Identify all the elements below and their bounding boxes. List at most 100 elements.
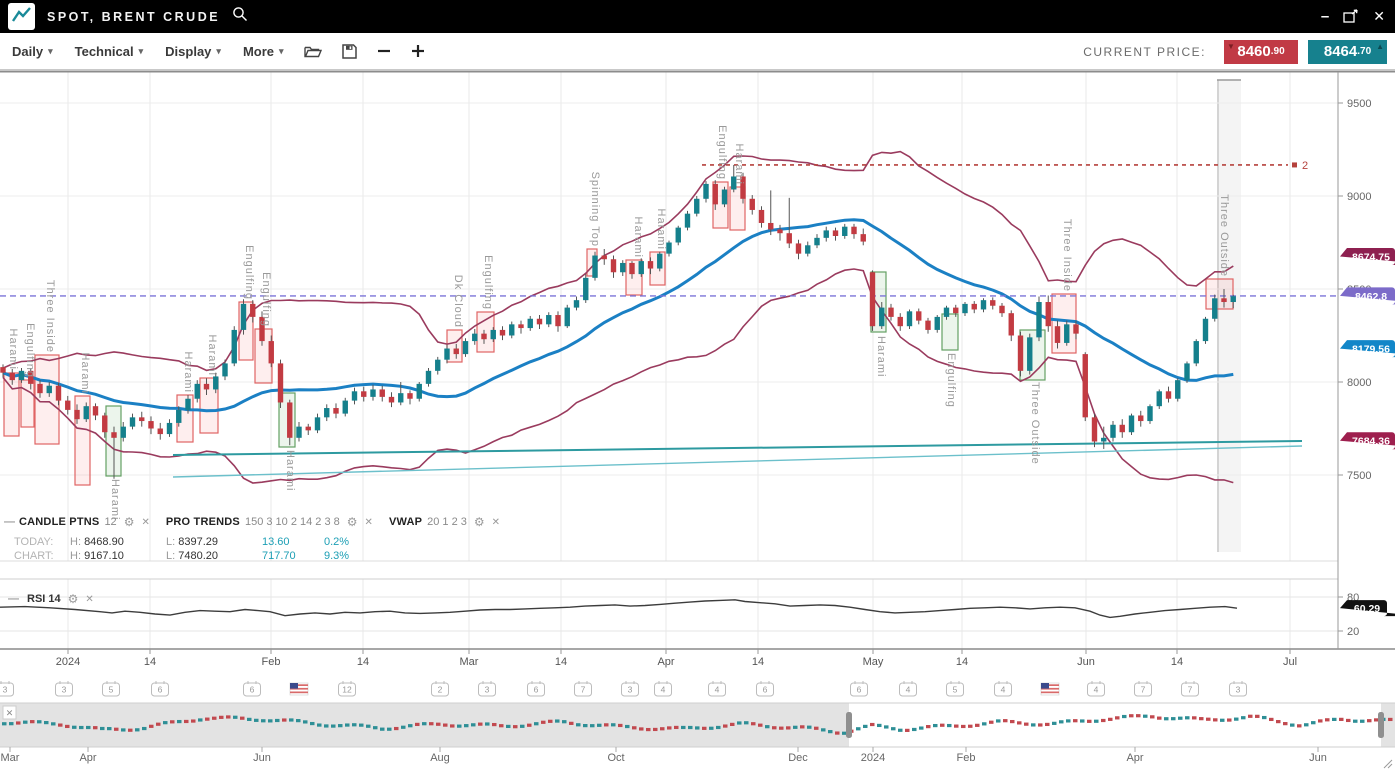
save-icon[interactable] xyxy=(342,44,357,59)
arrow-up-icon: ▲ xyxy=(1376,42,1384,51)
navigator-close-button[interactable]: ✕ xyxy=(3,706,16,719)
menu-display[interactable]: Display▾ xyxy=(165,44,221,59)
calendar-event-badge[interactable]: 7 xyxy=(1182,681,1199,696)
candle xyxy=(444,349,449,360)
candle xyxy=(592,256,597,278)
calendar-event-badge[interactable]: 4 xyxy=(709,681,726,696)
navigator-handle[interactable] xyxy=(846,712,852,738)
menu-daily[interactable]: Daily▾ xyxy=(12,44,53,59)
candle xyxy=(1212,298,1217,318)
calendar-event-badge[interactable]: 5 xyxy=(103,681,120,696)
calendar-event-badge[interactable]: 4 xyxy=(1088,681,1105,696)
x-axis-label: 14 xyxy=(555,656,567,668)
calendar-event-badge[interactable]: 6 xyxy=(757,681,774,696)
gear-icon[interactable]: ⚙ xyxy=(347,515,358,529)
popout-button[interactable] xyxy=(1343,9,1359,24)
vwap-trend-line xyxy=(173,446,1302,477)
calendar-event-badge[interactable]: 4 xyxy=(655,681,672,696)
zoom-out-button[interactable] xyxy=(377,44,391,58)
candle xyxy=(500,330,505,336)
calendar-event-badge[interactable]: 6 xyxy=(152,681,169,696)
close-icon[interactable]: ✕ xyxy=(141,517,149,528)
calendar-event-badge[interactable]: 7 xyxy=(1135,681,1152,696)
peak-alert-label: 2 xyxy=(1302,160,1308,172)
svg-text:7: 7 xyxy=(1188,685,1193,695)
close-window-button[interactable]: ✕ xyxy=(1373,8,1385,25)
us-flag-icon[interactable] xyxy=(1041,683,1059,695)
candle xyxy=(84,406,89,419)
candle xyxy=(74,410,79,419)
candle xyxy=(306,427,311,431)
candle xyxy=(999,306,1004,313)
calendar-event-badge[interactable]: 3 xyxy=(479,681,496,696)
navigator-axis-label: Mar xyxy=(1,752,20,764)
calendar-event-badge[interactable]: 3 xyxy=(56,681,73,696)
gear-icon[interactable]: ⚙ xyxy=(124,515,135,529)
candle xyxy=(879,308,884,327)
calendar-event-badge[interactable]: 3 xyxy=(1230,681,1247,696)
candle xyxy=(990,300,995,306)
calendar-event-badge[interactable]: 7 xyxy=(575,681,592,696)
pattern-label: Harami xyxy=(206,335,218,376)
candle xyxy=(722,189,727,204)
navigator-handle[interactable] xyxy=(1378,712,1384,738)
candle xyxy=(370,389,375,396)
price-badge: 8179.56 xyxy=(1352,344,1390,356)
calendar-event-badge[interactable]: 4 xyxy=(995,681,1012,696)
svg-text:12: 12 xyxy=(342,685,352,695)
calendar-event-badge[interactable]: 5 xyxy=(947,681,964,696)
open-folder-icon[interactable] xyxy=(304,44,322,59)
menu-technical[interactable]: Technical▾ xyxy=(75,44,144,59)
candle xyxy=(639,261,644,274)
candle xyxy=(1231,296,1236,302)
price-badge: 8462.8 xyxy=(1355,291,1387,303)
x-axis-label: 2024 xyxy=(56,656,80,668)
pattern-label: Engulfing xyxy=(945,353,957,408)
pattern-label: Spinning Top xyxy=(589,172,601,247)
candle xyxy=(454,349,459,355)
candle xyxy=(185,399,190,410)
chevron-down-icon: ▾ xyxy=(48,46,53,57)
gear-icon[interactable]: ⚙ xyxy=(68,592,79,606)
menu-more[interactable]: More▾ xyxy=(243,44,284,59)
candle xyxy=(1110,425,1115,438)
calendar-event-badge[interactable]: 4 xyxy=(900,681,917,696)
calendar-event-badge[interactable]: 3 xyxy=(622,681,639,696)
calendar-event-badge[interactable]: 6 xyxy=(244,681,261,696)
search-icon[interactable] xyxy=(232,6,248,27)
close-icon[interactable]: ✕ xyxy=(85,594,93,605)
pattern-label: Three Inside xyxy=(1061,219,1073,292)
calendar-event-badge[interactable]: 6 xyxy=(851,681,868,696)
candle xyxy=(324,408,329,417)
candle xyxy=(713,184,718,204)
close-icon[interactable]: ✕ xyxy=(492,517,500,528)
minimize-button[interactable]: – xyxy=(1321,8,1329,25)
zoom-in-button[interactable] xyxy=(411,44,425,58)
candle xyxy=(1018,336,1023,371)
resize-grip[interactable] xyxy=(1384,760,1392,768)
calendar-event-badge[interactable]: 3 xyxy=(0,681,14,696)
navigator-axis-label: Dec xyxy=(788,752,808,764)
svg-text:5: 5 xyxy=(953,685,958,695)
bid-price-badge: ▼ 8460.90 xyxy=(1224,40,1298,64)
svg-text:3: 3 xyxy=(3,685,8,695)
candle xyxy=(1009,313,1014,335)
calendar-event-badge[interactable]: 12 xyxy=(339,681,356,696)
svg-text:6: 6 xyxy=(763,685,768,695)
close-icon[interactable]: ✕ xyxy=(365,517,373,528)
current-price-label: CURRENT PRICE: xyxy=(1083,45,1206,59)
candle xyxy=(213,376,218,389)
gear-icon[interactable]: ⚙ xyxy=(474,515,485,529)
pattern-label: Harami xyxy=(284,450,296,491)
candle xyxy=(176,410,181,423)
candle xyxy=(962,304,967,313)
candle xyxy=(93,406,98,415)
candle xyxy=(1166,391,1171,398)
us-flag-icon[interactable] xyxy=(290,683,308,695)
candle xyxy=(1138,415,1143,421)
event-markers: 3 3 5 6 6 12 2 3 6 7 3 4 4 6 6 4 5 4 4 7 7 3 xyxy=(0,681,1247,696)
pattern-label: Dk Cloud xyxy=(452,275,464,328)
chevron-down-icon: ▾ xyxy=(216,46,221,57)
calendar-event-badge[interactable]: 6 xyxy=(528,681,545,696)
calendar-event-badge[interactable]: 2 xyxy=(432,681,449,696)
